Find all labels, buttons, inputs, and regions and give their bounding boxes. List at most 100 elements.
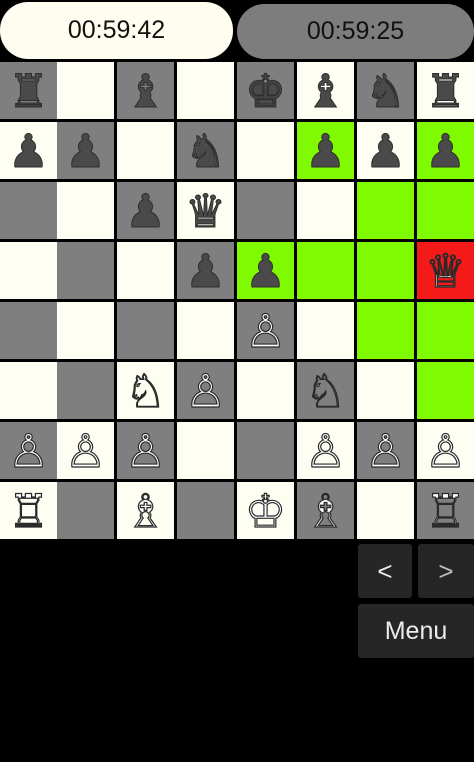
square-h5[interactable]: ♕ [417, 242, 474, 299]
square-f2[interactable]: ♙ [297, 422, 354, 479]
square-e8[interactable]: ♚ [237, 62, 294, 119]
white-queen-icon[interactable]: ♕ [424, 247, 466, 294]
square-f3[interactable]: ♘ [297, 362, 354, 419]
square-f5[interactable] [297, 242, 354, 299]
square-d3[interactable]: ♙ [177, 362, 234, 419]
square-h7[interactable]: ♟ [417, 122, 474, 179]
black-knight-icon[interactable]: ♞ [184, 127, 226, 174]
square-d7[interactable]: ♞ [177, 122, 234, 179]
black-bishop-icon[interactable]: ♝ [124, 67, 166, 114]
black-pawn-icon[interactable]: ♟ [304, 127, 346, 174]
square-a1[interactable]: ♖ [0, 482, 57, 539]
square-a8[interactable]: ♜ [0, 62, 57, 119]
square-a2[interactable]: ♙ [0, 422, 57, 479]
square-b6[interactable] [57, 182, 114, 239]
square-c2[interactable]: ♙ [117, 422, 174, 479]
square-h1[interactable]: ♖ [417, 482, 474, 539]
square-b4[interactable] [57, 302, 114, 359]
square-c5[interactable] [117, 242, 174, 299]
black-king-icon[interactable]: ♚ [244, 67, 286, 114]
white-knight-icon[interactable]: ♘ [304, 367, 346, 414]
square-a6[interactable] [0, 182, 57, 239]
menu-button[interactable]: Menu [358, 604, 474, 658]
square-c7[interactable] [117, 122, 174, 179]
square-g2[interactable]: ♙ [357, 422, 414, 479]
square-d5[interactable]: ♟ [177, 242, 234, 299]
black-pawn-icon[interactable]: ♟ [184, 247, 226, 294]
square-e6[interactable] [237, 182, 294, 239]
square-a4[interactable] [0, 302, 57, 359]
square-b7[interactable]: ♟ [57, 122, 114, 179]
white-rook-icon[interactable]: ♖ [7, 487, 49, 534]
square-h2[interactable]: ♙ [417, 422, 474, 479]
black-pawn-icon[interactable]: ♟ [364, 127, 406, 174]
square-g1[interactable] [357, 482, 414, 539]
white-pawn-icon[interactable]: ♙ [124, 427, 166, 474]
square-b3[interactable] [57, 362, 114, 419]
black-bishop-icon[interactable]: ♝ [304, 67, 346, 114]
square-d8[interactable] [177, 62, 234, 119]
square-f7[interactable]: ♟ [297, 122, 354, 179]
square-c3[interactable]: ♘ [117, 362, 174, 419]
square-b1[interactable] [57, 482, 114, 539]
square-g6[interactable] [357, 182, 414, 239]
white-pawn-icon[interactable]: ♙ [64, 427, 106, 474]
square-g7[interactable]: ♟ [357, 122, 414, 179]
square-c4[interactable] [117, 302, 174, 359]
white-bishop-icon[interactable]: ♗ [304, 487, 346, 534]
black-rook-icon[interactable]: ♜ [424, 67, 466, 114]
square-a5[interactable] [0, 242, 57, 299]
white-clock: 00:59:42 [0, 2, 233, 59]
square-d6[interactable]: ♛ [177, 182, 234, 239]
square-d2[interactable] [177, 422, 234, 479]
square-f8[interactable]: ♝ [297, 62, 354, 119]
white-bishop-icon[interactable]: ♗ [124, 487, 166, 534]
black-knight-icon[interactable]: ♞ [364, 67, 406, 114]
square-e5[interactable]: ♟ [237, 242, 294, 299]
white-pawn-icon[interactable]: ♙ [364, 427, 406, 474]
square-c1[interactable]: ♗ [117, 482, 174, 539]
black-pawn-icon[interactable]: ♟ [7, 127, 49, 174]
square-b8[interactable] [57, 62, 114, 119]
white-king-icon[interactable]: ♔ [244, 487, 286, 534]
square-e1[interactable]: ♔ [237, 482, 294, 539]
square-f6[interactable] [297, 182, 354, 239]
white-pawn-icon[interactable]: ♙ [7, 427, 49, 474]
next-move-button[interactable]: > [418, 544, 474, 598]
square-h4[interactable] [417, 302, 474, 359]
white-pawn-icon[interactable]: ♙ [424, 427, 466, 474]
square-c6[interactable]: ♟ [117, 182, 174, 239]
square-e4[interactable]: ♙ [237, 302, 294, 359]
square-b2[interactable]: ♙ [57, 422, 114, 479]
square-h8[interactable]: ♜ [417, 62, 474, 119]
square-e2[interactable] [237, 422, 294, 479]
white-pawn-icon[interactable]: ♙ [304, 427, 346, 474]
square-d4[interactable] [177, 302, 234, 359]
white-pawn-icon[interactable]: ♙ [244, 307, 286, 354]
square-g8[interactable]: ♞ [357, 62, 414, 119]
black-pawn-icon[interactable]: ♟ [124, 187, 166, 234]
previous-move-button[interactable]: < [358, 544, 412, 598]
square-h6[interactable] [417, 182, 474, 239]
square-h3[interactable] [417, 362, 474, 419]
square-f4[interactable] [297, 302, 354, 359]
black-rook-icon[interactable]: ♜ [7, 67, 49, 114]
white-pawn-icon[interactable]: ♙ [184, 367, 226, 414]
black-pawn-icon[interactable]: ♟ [64, 127, 106, 174]
square-a7[interactable]: ♟ [0, 122, 57, 179]
square-g5[interactable] [357, 242, 414, 299]
square-c8[interactable]: ♝ [117, 62, 174, 119]
square-e7[interactable] [237, 122, 294, 179]
square-g3[interactable] [357, 362, 414, 419]
square-b5[interactable] [57, 242, 114, 299]
square-g4[interactable] [357, 302, 414, 359]
black-queen-icon[interactable]: ♛ [184, 187, 226, 234]
white-knight-icon[interactable]: ♘ [124, 367, 166, 414]
square-a3[interactable] [0, 362, 57, 419]
black-pawn-icon[interactable]: ♟ [424, 127, 466, 174]
square-e3[interactable] [237, 362, 294, 419]
square-d1[interactable] [177, 482, 234, 539]
square-f1[interactable]: ♗ [297, 482, 354, 539]
black-pawn-icon[interactable]: ♟ [244, 247, 286, 294]
white-rook-icon[interactable]: ♖ [424, 487, 466, 534]
